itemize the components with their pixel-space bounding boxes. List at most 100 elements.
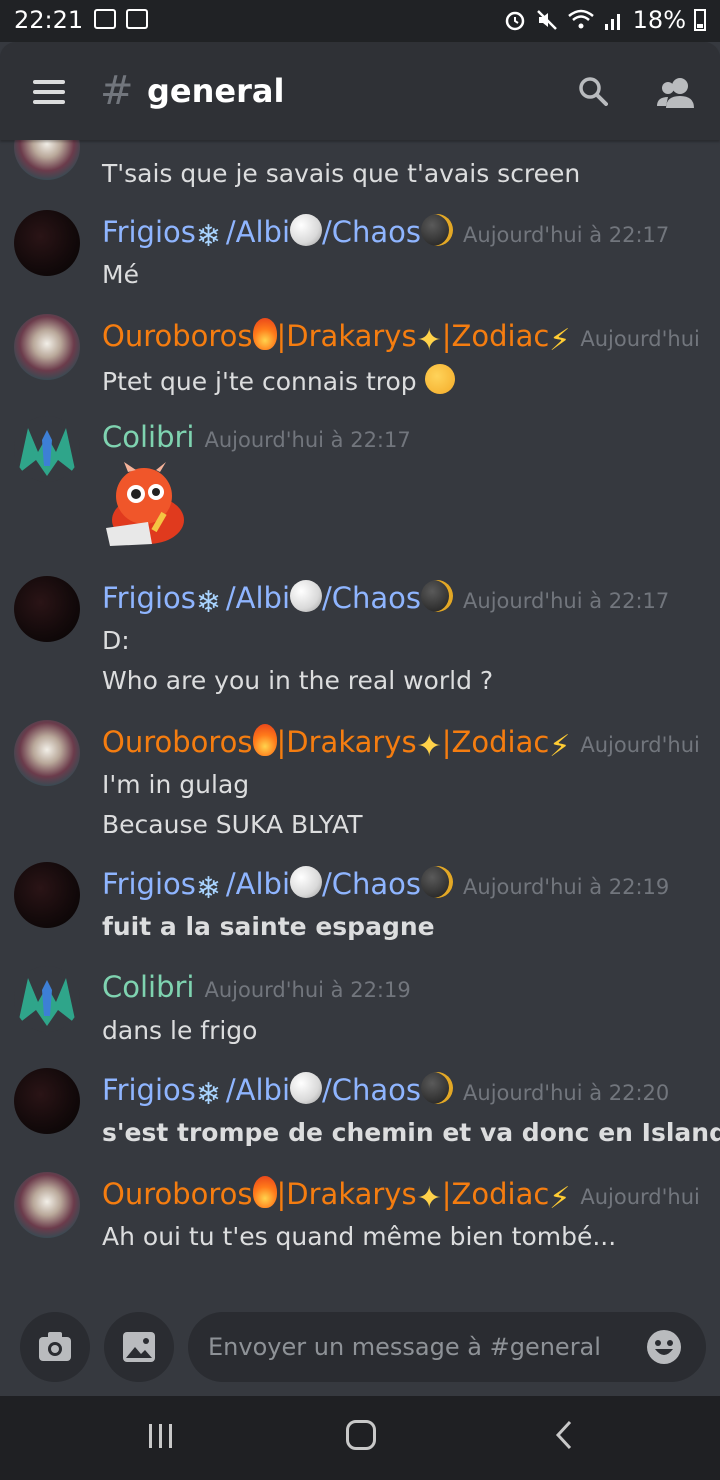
username-part: /Chaos — [322, 215, 422, 249]
username[interactable]: Ouroboros |Drakarys✦|Zodiac⚡ Aujourd'hui — [102, 1176, 700, 1216]
fire-emoji — [252, 1176, 277, 1208]
moon-emoji — [421, 214, 454, 246]
camera-button[interactable] — [20, 1312, 90, 1382]
message-text: T'sais que je savais que t'avais screen — [102, 159, 581, 188]
username-part: /Albi — [225, 867, 291, 901]
timestamp: Aujourd'hui — [580, 327, 700, 351]
mute-icon — [536, 10, 557, 30]
avatar[interactable] — [14, 720, 80, 786]
timestamp: Aujourd'hui — [580, 733, 700, 757]
username-part: Colibri — [102, 970, 195, 1004]
status-bar: 22:21 18% — [0, 0, 720, 42]
username-part: |Drakarys — [276, 1177, 417, 1211]
message-input-container[interactable] — [188, 1312, 706, 1382]
username-part: /Albi — [225, 1073, 291, 1107]
search-icon[interactable] — [578, 76, 608, 106]
timestamp: Aujourd'hui à 22:17 — [463, 223, 670, 247]
username-part: Ouroboros — [102, 319, 253, 353]
signal-icon — [604, 14, 620, 30]
username[interactable]: Frigios❄/Albi/Chaos Aujourd'hui à 22:17 — [102, 214, 669, 252]
username[interactable]: Ouroboros |Drakarys✦|Zodiac⚡ Aujourd'hui — [102, 724, 700, 764]
avatar[interactable] — [14, 416, 80, 482]
message-text-content: Ptet que j'te connais trop — [102, 367, 417, 396]
username[interactable]: Colibri Aujourd'hui à 22:17 — [102, 420, 411, 454]
avatar[interactable] — [14, 576, 80, 642]
lightning-emoji: ⚡ — [549, 729, 571, 764]
message-text: Who are you in the real world ? — [102, 666, 494, 695]
system-nav-bar — [0, 1396, 720, 1480]
lightning-emoji: ⚡ — [549, 323, 571, 358]
download-notification-icon — [126, 9, 148, 29]
avatar[interactable] — [14, 140, 80, 180]
channel-hash-icon: # — [100, 68, 134, 114]
avatar[interactable] — [14, 1068, 80, 1134]
back-icon[interactable] — [552, 1420, 578, 1450]
message-text: D: — [102, 626, 130, 655]
username-part: |Drakarys — [276, 319, 417, 353]
message-text: Mé — [102, 260, 139, 289]
username-part: |Zodiac — [441, 319, 550, 353]
gallery-button[interactable] — [104, 1312, 174, 1382]
avatar[interactable] — [14, 862, 80, 928]
username-part: Colibri — [102, 420, 195, 454]
avatar[interactable] — [14, 1172, 80, 1238]
snowflake-emoji: ❄ — [195, 585, 222, 620]
channel-header: # general — [0, 42, 720, 140]
status-time: 22:21 — [14, 6, 84, 34]
message-text: s'est trompe de chemin et va donc en Isl… — [102, 1118, 720, 1147]
star-emoji: ✦ — [416, 1181, 442, 1216]
username-part: Frigios — [102, 867, 196, 901]
timestamp: Aujourd'hui — [580, 1185, 700, 1209]
message-text: Ah oui tu t'es quand même bien tombé... — [102, 1222, 617, 1251]
username[interactable]: Ouroboros |Drakarys✦|Zodiac⚡ Aujourd'hui — [102, 318, 700, 358]
username-part: Ouroboros — [102, 1177, 253, 1211]
username-part: |Zodiac — [441, 725, 550, 759]
avatar[interactable] — [14, 966, 80, 1032]
battery-icon — [694, 9, 706, 31]
message-text: Ptet que j'te connais trop — [102, 364, 455, 396]
moon-emoji — [421, 580, 454, 612]
fire-emoji — [252, 318, 277, 350]
username-part: |Drakarys — [276, 725, 417, 759]
username[interactable]: Frigios❄/Albi/Chaos Aujourd'hui à 22:20 — [102, 1072, 669, 1110]
username-part: /Chaos — [322, 581, 422, 615]
username[interactable]: Frigios❄/Albi/Chaos Aujourd'hui à 22:17 — [102, 580, 669, 618]
message-text: dans le frigo — [102, 1016, 258, 1045]
moon-emoji — [421, 866, 454, 898]
members-icon[interactable] — [656, 76, 696, 110]
channel-title: general — [147, 72, 285, 110]
message-text: I'm in gulag — [102, 770, 250, 799]
username[interactable]: Colibri Aujourd'hui à 22:19 — [102, 970, 411, 1004]
image-icon — [123, 1332, 155, 1362]
message-input[interactable] — [208, 1328, 628, 1366]
timestamp: Aujourd'hui à 22:19 — [463, 875, 670, 899]
menu-icon[interactable] — [33, 80, 65, 104]
message-list[interactable]: T'sais que je savais que t'avais screen … — [0, 140, 720, 1300]
avatar[interactable] — [14, 314, 80, 380]
white-ball-emoji — [290, 866, 323, 898]
recent-apps-icon[interactable] — [147, 1424, 175, 1448]
message-text: fuit a la sainte espagne — [102, 912, 435, 941]
username-part: /Albi — [225, 581, 291, 615]
username-part: /Chaos — [322, 867, 422, 901]
home-icon[interactable] — [346, 1420, 376, 1450]
white-ball-emoji — [290, 1072, 323, 1104]
snowflake-emoji: ❄ — [195, 219, 222, 254]
timestamp: Aujourd'hui à 22:20 — [463, 1081, 670, 1105]
timestamp: Aujourd'hui à 22:17 — [463, 589, 670, 613]
moon-emoji — [421, 1072, 454, 1104]
wifi-icon — [567, 9, 594, 29]
timestamp: Aujourd'hui à 22:19 — [204, 978, 411, 1002]
snowflake-emoji: ❄ — [195, 871, 222, 906]
status-right: 18% — [503, 6, 706, 34]
snowflake-emoji: ❄ — [195, 1077, 222, 1112]
fire-emoji — [252, 724, 277, 756]
username[interactable]: Frigios❄/Albi/Chaos Aujourd'hui à 22:19 — [102, 866, 669, 904]
dragon-sticker[interactable] — [100, 462, 188, 546]
username-part: /Albi — [225, 215, 291, 249]
avatar[interactable] — [14, 210, 80, 276]
alarm-icon — [505, 11, 524, 31]
battery-percent: 18% — [632, 6, 686, 34]
emoji-icon[interactable] — [646, 1329, 682, 1365]
timestamp: Aujourd'hui à 22:17 — [204, 428, 411, 452]
